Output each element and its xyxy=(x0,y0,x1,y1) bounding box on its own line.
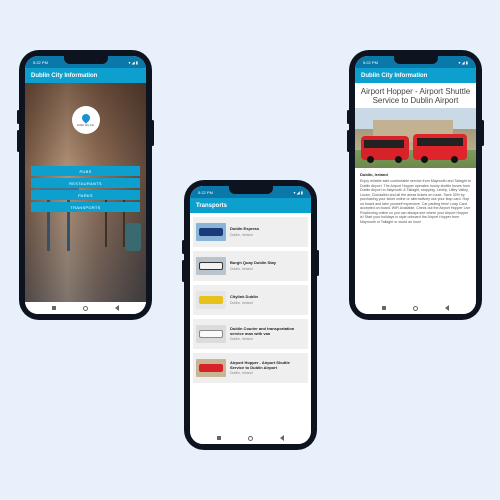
item-title: Burgh Quay Dublin Stay xyxy=(230,260,277,266)
detail-location: Dublin, Ireland xyxy=(360,172,388,178)
item-thumbnail xyxy=(196,325,226,343)
status-time: 5:22 PM xyxy=(363,59,378,65)
item-title: Dublin Courier and transportation servic… xyxy=(230,325,295,336)
system-nav-bar xyxy=(355,302,476,314)
detail-photo xyxy=(355,108,476,169)
home-icon[interactable] xyxy=(83,305,88,311)
recents-icon[interactable] xyxy=(217,436,221,440)
detail-description: Enjoy reliable safe comfortable service … xyxy=(360,179,471,224)
item-subtitle: Dublin, Ireland xyxy=(230,337,253,342)
item-subtitle: Dublin, Ireland xyxy=(230,371,253,376)
menu-button-transports[interactable]: TRANSPORTS xyxy=(31,202,140,212)
system-nav-bar xyxy=(25,302,146,314)
transport-list: Dublin Express Dublin, Ireland Burgh Qua… xyxy=(190,213,311,391)
app-title: Transports xyxy=(196,202,228,209)
item-title: Dublin Express xyxy=(230,226,260,232)
status-icons: ▾ ◢ ▮ xyxy=(458,59,468,65)
item-thumbnail xyxy=(196,291,226,309)
home-icon[interactable] xyxy=(413,305,418,311)
status-icons: ▾ ◢ ▮ xyxy=(293,189,303,195)
item-title: Airport Hopper - Airport Shuttle Service… xyxy=(230,359,290,370)
item-subtitle: Dublin, Ireland xyxy=(230,232,253,237)
item-title: Citylink Dublin xyxy=(230,294,258,300)
detail-title: Airport Hopper - Airport Shuttle Service… xyxy=(360,87,471,106)
back-icon[interactable] xyxy=(115,305,119,311)
phone-detail: 5:22 PM ▾ ◢ ▮ Dublin City Information Ai… xyxy=(347,50,484,320)
item-thumbnail xyxy=(196,223,226,241)
list-item[interactable]: Burgh Quay Dublin Stay Dublin, Ireland xyxy=(193,251,308,281)
item-thumbnail xyxy=(196,359,226,377)
detail-screen: 5:22 PM ▾ ◢ ▮ Dublin City Information Ai… xyxy=(355,56,476,314)
list-item[interactable]: Dublin Courier and transportation servic… xyxy=(193,319,308,349)
menu-button-parks[interactable]: PARKS xyxy=(31,190,140,200)
item-subtitle: Dublin, Ireland xyxy=(230,266,253,271)
menu-button-pubs[interactable]: PUBS xyxy=(31,166,140,176)
recents-icon[interactable] xyxy=(382,306,386,310)
status-icons: ▾ ◢ ▮ xyxy=(128,59,138,65)
status-time: 5:22 PM xyxy=(198,189,213,195)
list-item[interactable]: Airport Hopper - Airport Shuttle Service… xyxy=(193,353,308,383)
phone-home: 5:22 PM ▾ ◢ ▮ Dublin City Information Du… xyxy=(17,50,154,320)
app-bar: Dublin City Information xyxy=(25,68,146,83)
app-bar: Dublin City Information xyxy=(355,68,476,83)
transports-screen: 5:22 PM ▾ ◢ ▮ Transports Dublin Express … xyxy=(190,186,311,444)
app-title: Dublin City Information xyxy=(31,72,98,79)
system-nav-bar xyxy=(190,432,311,444)
recents-icon[interactable] xyxy=(52,306,56,310)
category-menu: PUBS RESTAURANTS PARKS TRANSPORTS xyxy=(31,166,140,214)
home-icon[interactable] xyxy=(248,435,253,441)
status-time: 5:22 PM xyxy=(33,59,48,65)
app-title: Dublin City Information xyxy=(361,72,428,79)
item-subtitle: Dublin, Ireland xyxy=(230,300,253,305)
app-bar: Transports xyxy=(190,198,311,213)
location-pin-icon xyxy=(79,111,92,124)
menu-button-restaurants[interactable]: RESTAURANTS xyxy=(31,178,140,188)
list-item[interactable]: Dublin Express Dublin, Ireland xyxy=(193,217,308,247)
phone-transports: 5:22 PM ▾ ◢ ▮ Transports Dublin Express … xyxy=(182,180,319,450)
back-icon[interactable] xyxy=(280,435,284,441)
list-item[interactable]: Citylink Dublin Dublin, Ireland xyxy=(193,285,308,315)
app-logo: Dublin City Info xyxy=(71,106,100,134)
back-icon[interactable] xyxy=(445,305,449,311)
item-thumbnail xyxy=(196,257,226,275)
home-screen: 5:22 PM ▾ ◢ ▮ Dublin City Information Du… xyxy=(25,56,146,314)
